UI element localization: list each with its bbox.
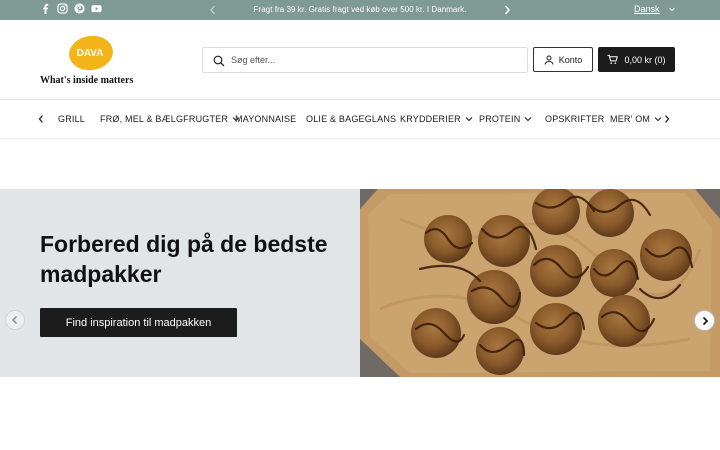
pinterest-icon[interactable] — [74, 3, 85, 14]
hero-image-cookies — [360, 189, 720, 377]
nav-item-label: OPSKRIFTER — [545, 114, 605, 124]
nav-item-grill[interactable]: GRILL — [58, 114, 85, 124]
main-navigation: GRILL FRØ, MEL & BÆLGFRUGTER MAYONNAISE … — [0, 100, 720, 139]
slider-prev-button[interactable] — [5, 310, 25, 330]
social-links — [40, 3, 102, 14]
chevron-right-icon — [702, 316, 708, 325]
dava-logo[interactable]: DAVA What's inside matters — [38, 35, 144, 89]
site-header: DAVA What's inside matters Konto 0,00 kr… — [0, 20, 720, 100]
search-box[interactable] — [202, 47, 528, 73]
chevron-down-icon — [465, 117, 473, 122]
nav-item-label: MAYONNAISE — [235, 114, 297, 124]
chevron-left-icon — [12, 316, 17, 324]
svg-text:DAVA: DAVA — [77, 48, 104, 59]
nav-item-olie-bageglans[interactable]: OLIE & BAGEGLANS — [306, 114, 396, 124]
user-icon — [544, 55, 554, 65]
hero-slide: Forbered dig på de bedste madpakker Find… — [0, 189, 720, 377]
chevron-down-icon — [525, 117, 532, 122]
nav-item-label: GRILL — [58, 114, 86, 124]
nav-item-label: PROTEIN — [479, 114, 521, 124]
nav-item-label: MER' OM — [610, 114, 651, 124]
cart-button[interactable]: 0,00 kr (0) — [598, 47, 675, 72]
logo-emblem-icon: DAVA — [69, 35, 113, 71]
hero-title: Forbered dig på de bedste madpakker — [40, 231, 328, 287]
instagram-icon[interactable] — [57, 3, 68, 14]
hero-cta-button[interactable]: Find inspiration til madpakken — [40, 308, 237, 337]
nav-item-mayonnaise[interactable]: MAYONNAISE — [235, 114, 296, 124]
nav-item-protein[interactable]: PROTEIN — [479, 114, 532, 124]
account-button[interactable]: Konto — [533, 47, 593, 72]
search-icon[interactable] — [213, 55, 225, 67]
slider-next-button[interactable] — [694, 310, 715, 331]
nav-item-krydderier[interactable]: KRYDDERIER — [400, 114, 473, 124]
nav-item-label: KRYDDERIER — [400, 114, 461, 124]
account-label: Konto — [558, 54, 583, 65]
facebook-icon[interactable] — [40, 3, 51, 14]
nav-item-froe-mel-baelgfrugter[interactable]: FRØ, MEL & BÆLGFRUGTER — [100, 114, 240, 124]
chevron-down-icon[interactable] — [668, 5, 676, 13]
announcement-text: Fragt fra 39 kr. Gratis fragt ved køb ov… — [253, 5, 467, 14]
nav-item-mer-om[interactable]: MER' OM — [610, 114, 662, 124]
search-input[interactable] — [231, 48, 521, 72]
nav-scroll-left-icon[interactable] — [37, 114, 45, 124]
chevron-right-icon[interactable] — [502, 4, 512, 16]
language-selector[interactable]: Dansk — [634, 4, 660, 14]
nav-item-opskrifter[interactable]: OPSKRIFTER — [545, 114, 605, 124]
nav-scroll-right-icon[interactable] — [663, 114, 671, 124]
cart-total: 0,00 kr (0) — [624, 54, 666, 65]
nav-item-label: FRØ, MEL & BÆLGFRUGTER — [100, 114, 229, 124]
cart-icon — [607, 54, 619, 64]
chevron-left-icon[interactable] — [208, 4, 218, 16]
chevron-down-icon — [654, 117, 662, 122]
youtube-icon[interactable] — [91, 3, 102, 14]
nav-item-label: OLIE & BAGEGLANS — [306, 114, 397, 124]
logo-tagline: What's inside matters — [40, 75, 134, 86]
announcement-bar: Fragt fra 39 kr. Gratis fragt ved køb ov… — [0, 0, 720, 20]
